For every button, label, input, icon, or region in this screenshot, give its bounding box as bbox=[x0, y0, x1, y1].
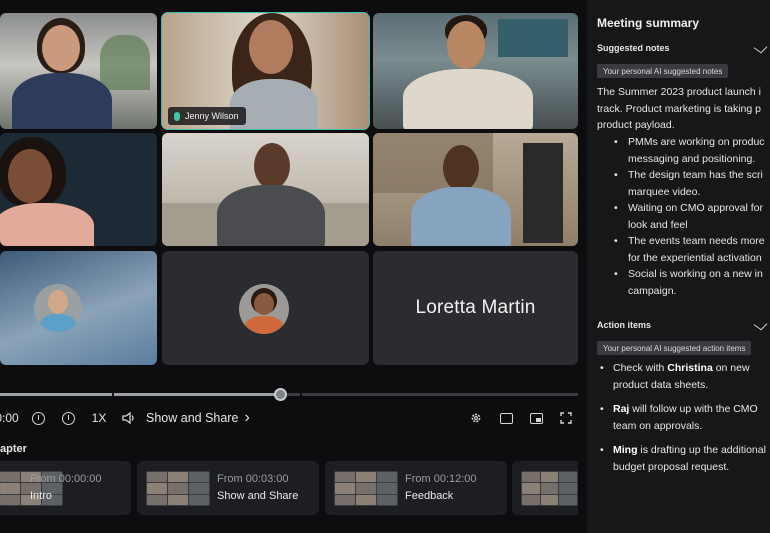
pip-icon[interactable] bbox=[529, 407, 543, 429]
avatar bbox=[239, 284, 289, 334]
participant-tile[interactable] bbox=[0, 251, 157, 365]
chapter-time: From 00:12:00 bbox=[405, 473, 477, 485]
speed-button[interactable]: 1X bbox=[88, 407, 110, 429]
timeline-progress bbox=[0, 393, 280, 396]
participant-name: Jenny Wilson bbox=[185, 111, 239, 121]
video-grid: Jenny Wilson Loretta Martin bbox=[0, 12, 578, 365]
chapter-time: From 00:03:00 bbox=[217, 473, 289, 485]
timeline-scrubber[interactable] bbox=[0, 388, 578, 401]
list-item: Waiting on CMO approval forlook and feel bbox=[611, 200, 770, 233]
chapter-name: Intro bbox=[30, 490, 53, 502]
chapter-time: From 00:00:00 bbox=[30, 473, 102, 485]
current-chapter-label: Show and Share bbox=[146, 411, 239, 425]
avatar bbox=[34, 284, 82, 332]
chapter-card[interactable]: From 00:12:00 Feedback bbox=[325, 461, 507, 515]
panel-title: Meeting summary bbox=[597, 16, 700, 30]
action-items-list: Check with Christina on new product data… bbox=[597, 360, 770, 483]
chapter-thumbnail bbox=[146, 471, 210, 506]
action-items-heading: Action items bbox=[597, 320, 652, 330]
speaker-name-tag: Jenny Wilson bbox=[168, 107, 246, 125]
meeting-summary-panel: Meeting summary Suggested notes Your per… bbox=[587, 0, 770, 533]
fullscreen-icon[interactable] bbox=[559, 407, 573, 429]
mic-icon bbox=[174, 111, 180, 121]
chapter-card[interactable]: From 00:00:00 Intro bbox=[0, 461, 131, 515]
participant-name-large: Loretta Martin bbox=[415, 297, 536, 318]
list-item: Social is working on a new incampaign. bbox=[611, 266, 770, 299]
chevron-right-icon: › bbox=[244, 409, 250, 426]
list-item: The design team has the scrimarquee vide… bbox=[611, 167, 770, 200]
list-item: Raj will follow up with the CMO team on … bbox=[597, 401, 770, 434]
list-item: The events team needs morefor the experi… bbox=[611, 233, 770, 266]
rewind-icon[interactable] bbox=[30, 407, 46, 429]
chapter-thumbnail bbox=[521, 471, 578, 506]
suggested-notes-heading: Suggested notes bbox=[597, 43, 670, 53]
participant-tile[interactable] bbox=[0, 133, 157, 246]
participant-tile[interactable] bbox=[162, 133, 369, 246]
participant-tile[interactable] bbox=[373, 133, 578, 246]
chapter-dropdown[interactable]: Show and Share › bbox=[146, 407, 250, 429]
notes-bullets: PMMs are working on producmessaging and … bbox=[611, 134, 770, 299]
player-controls: 0:00 1X Show and Share › bbox=[0, 407, 578, 429]
settings-icon[interactable] bbox=[469, 407, 483, 429]
ai-notes-chip: Your personal AI suggested notes bbox=[597, 64, 729, 78]
time-display: 0:00 bbox=[0, 411, 19, 425]
list-item: Ming is drafting up the additional budge… bbox=[597, 442, 770, 475]
ai-actions-chip: Your personal AI suggested action items bbox=[597, 341, 752, 355]
list-item: PMMs are working on producmessaging and … bbox=[611, 134, 770, 167]
chapter-thumbnail bbox=[334, 471, 398, 506]
chapters-heading: apter bbox=[0, 443, 27, 455]
list-item: Check with Christina on new product data… bbox=[597, 360, 770, 393]
chapter-name: Show and Share bbox=[217, 490, 299, 502]
chapter-name: Feedback bbox=[405, 490, 454, 502]
participant-tile-active[interactable]: Jenny Wilson bbox=[161, 12, 370, 130]
chapter-card[interactable] bbox=[512, 461, 578, 515]
participant-tile[interactable] bbox=[162, 251, 369, 365]
forward-icon[interactable] bbox=[60, 407, 76, 429]
edit-actions-icon[interactable] bbox=[753, 318, 768, 331]
captions-icon[interactable] bbox=[499, 407, 513, 429]
participant-tile[interactable] bbox=[373, 13, 578, 129]
notes-paragraph: The Summer 2023 product launch i track. … bbox=[597, 86, 762, 131]
edit-notes-icon[interactable] bbox=[753, 41, 768, 54]
chapter-card[interactable]: From 00:03:00 Show and Share bbox=[137, 461, 319, 515]
participant-tile[interactable] bbox=[0, 13, 157, 129]
volume-icon[interactable] bbox=[121, 407, 135, 429]
scrubber-handle[interactable] bbox=[274, 388, 287, 401]
participant-tile[interactable]: Loretta Martin bbox=[373, 251, 578, 365]
